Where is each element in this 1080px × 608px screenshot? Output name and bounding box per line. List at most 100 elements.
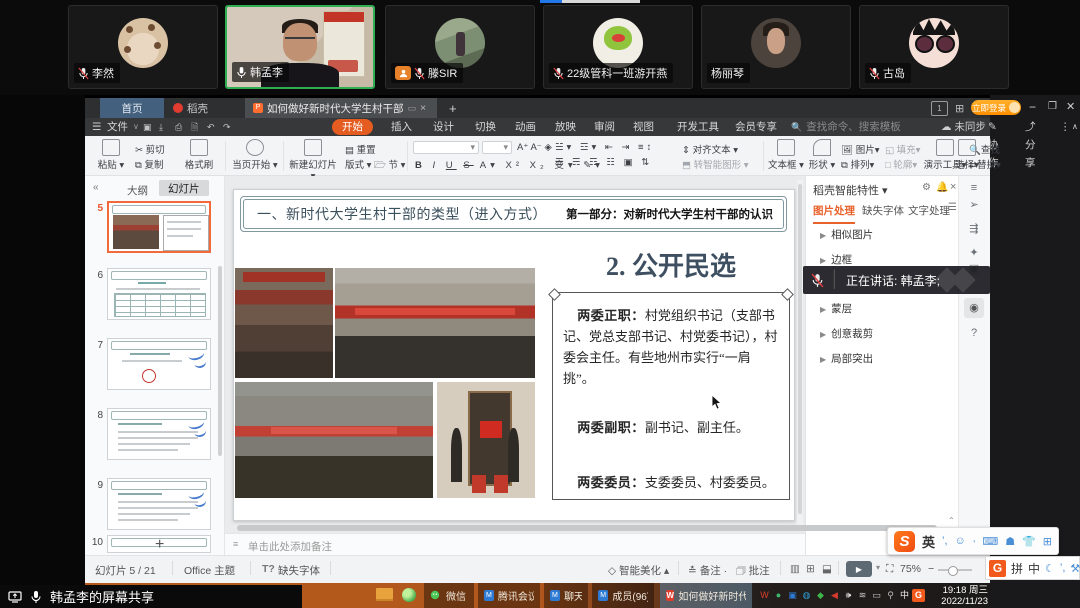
grow-shrink-font[interactable]: A⁺ A⁻ ◈ bbox=[517, 142, 552, 153]
zoom-out-icon[interactable]: − bbox=[928, 563, 934, 575]
more-icon[interactable]: ⋮ bbox=[1060, 118, 1071, 136]
menu-item-4[interactable]: 动画 bbox=[515, 118, 536, 136]
slide-thumbnail-8[interactable] bbox=[107, 408, 211, 460]
participant-tile-2[interactable]: 韩孟李 bbox=[225, 5, 375, 89]
slide-photo-ballot-box[interactable] bbox=[437, 382, 535, 498]
tab-home[interactable]: 首页 bbox=[100, 98, 164, 118]
gpinyin-ime-bar[interactable]: G 拼 中 ☾ ’, ⚒ bbox=[985, 556, 1080, 580]
font-family-select[interactable]: ▾ bbox=[413, 141, 479, 154]
sogou-ime-bar[interactable]: S 英 ’, ☺ ⌨ ☗ 👕 ⊞ bbox=[887, 527, 1059, 555]
layout-button[interactable]: 版式 ▾ 🗁 节 ▾ bbox=[345, 157, 405, 174]
menu-item-5[interactable]: 放映 bbox=[555, 118, 576, 136]
save-icon[interactable]: ▣ bbox=[143, 118, 152, 136]
redo-icon[interactable]: ↷ bbox=[223, 118, 231, 136]
docer-item-1[interactable]: ▶相似图片 bbox=[820, 227, 873, 242]
gpinyin-moon-icon[interactable]: ☾ bbox=[1045, 562, 1055, 575]
strip-handle-icon[interactable]: ≡ bbox=[967, 181, 981, 195]
ime-punct-icon[interactable]: ’, bbox=[942, 535, 948, 547]
slide-photo-outdoor-meeting[interactable] bbox=[235, 382, 433, 498]
send-icon[interactable]: ➢ bbox=[967, 198, 981, 212]
tab-share-icon[interactable]: ▭ bbox=[408, 103, 417, 114]
undo-icon[interactable]: ↶ bbox=[207, 118, 215, 136]
ime-voice-icon[interactable] bbox=[973, 535, 976, 548]
settings-gear-icon[interactable]: ⚙ bbox=[922, 182, 931, 193]
taskbar-app-wps-document[interactable]: W如何做好新时代大... bbox=[660, 583, 752, 608]
taskbar-app-tencent-meeting[interactable]: M腾讯会议 bbox=[478, 583, 540, 608]
hamburger-icon[interactable]: ☰ bbox=[92, 118, 101, 136]
slide-title[interactable]: 2. 公开民选 bbox=[552, 246, 790, 283]
collapse-ribbon-icon[interactable]: ∧ bbox=[1072, 118, 1078, 136]
browser-icon[interactable] bbox=[402, 588, 416, 602]
share-button[interactable]: ⤴ 分享 bbox=[1025, 118, 1036, 136]
export-icon[interactable]: ⤓ bbox=[159, 118, 163, 136]
gpinyin-punct-icon[interactable]: ’, bbox=[1060, 562, 1066, 574]
docer-tab-font[interactable]: 缺失字体 bbox=[862, 203, 904, 218]
slide-text-box[interactable]: 两委正职：村党组织书记（支部书记、党总支部书记、村党委书记），村委会主任。有些地… bbox=[552, 292, 790, 500]
sogou-logo-icon[interactable]: S bbox=[894, 531, 915, 552]
gpinyin-pin-label[interactable]: 拼 bbox=[1011, 560, 1023, 577]
ime-keyboard-icon[interactable]: ⌨ bbox=[982, 535, 998, 548]
docer-tab-image[interactable]: 图片处理 bbox=[813, 203, 855, 224]
tray-meeting-icon[interactable]: ▣ bbox=[786, 589, 799, 602]
slide-header-box[interactable]: 一、新时代大学生村干部的类型（进入方式） 第一部分：对新时代大学生村干部的认识 bbox=[240, 196, 787, 232]
smart-graphic-button[interactable]: ⬒ 转智能图形 ▾ bbox=[682, 157, 749, 171]
view-normal-icon[interactable]: ▥ bbox=[790, 563, 800, 575]
docer-item-4[interactable]: ▶创意裁剪 bbox=[820, 326, 873, 341]
explorer-folder-icon[interactable] bbox=[376, 588, 393, 601]
menu-item-9[interactable]: 会员专享 bbox=[735, 118, 777, 136]
reset-button[interactable]: ▤ 重置 bbox=[345, 142, 376, 156]
view-reading-icon[interactable]: ⬓ bbox=[822, 563, 832, 575]
panel-scrollbar[interactable] bbox=[218, 266, 222, 456]
slide-thumbnail-9[interactable] bbox=[107, 478, 211, 530]
prev-slide-chevron[interactable]: ⌃ bbox=[948, 516, 955, 525]
add-slide-button[interactable]: + bbox=[155, 536, 164, 554]
tray-battery-icon[interactable]: ▭ bbox=[870, 589, 883, 602]
docer-item-5[interactable]: ▶局部突出 bbox=[820, 351, 873, 366]
gpinyin-logo-icon[interactable]: G bbox=[989, 560, 1006, 577]
font-size-select[interactable]: ▾ bbox=[482, 141, 512, 154]
theme-name[interactable]: Office 主题 bbox=[184, 563, 235, 578]
slide-thumbnail-5[interactable] bbox=[107, 201, 211, 253]
picture-button[interactable]: 🖼 图片▾ bbox=[841, 142, 880, 156]
beautify-button[interactable]: ◇ 智能美化 ▴ bbox=[608, 563, 669, 578]
ime-mode-label[interactable]: 英 bbox=[922, 532, 935, 551]
tray-network-icon[interactable]: ≋ bbox=[856, 589, 869, 602]
paste-button[interactable]: 粘贴 ▾ bbox=[91, 139, 131, 171]
textbox-button[interactable]: 文本框 ▾ bbox=[767, 139, 805, 171]
menu-item-8[interactable]: 开发工具 bbox=[677, 118, 719, 136]
taskbar-app-wechat[interactable]: 微信 bbox=[424, 583, 474, 608]
docer-tab-text[interactable]: 文字处理 bbox=[908, 203, 950, 218]
play-from-current-button[interactable]: 当页开始 ▾ bbox=[231, 139, 279, 171]
docer-tab-menu-icon[interactable]: ☰ bbox=[948, 202, 957, 213]
tab-slides[interactable]: 幻灯片 bbox=[159, 180, 209, 196]
ime-emoji-icon[interactable]: ☺ bbox=[955, 535, 966, 547]
canvas-hscrollbar[interactable] bbox=[237, 525, 937, 531]
cut-button[interactable]: ✂ 剪切 bbox=[135, 142, 165, 156]
tray-browser-icon[interactable]: ◍ bbox=[800, 589, 813, 602]
ime-toolbox-icon[interactable]: ⊞ bbox=[1043, 535, 1052, 548]
arrange-button[interactable]: ⧉ 排列▾ bbox=[841, 157, 874, 171]
tray-clip-icon[interactable]: ⚲ bbox=[884, 589, 897, 602]
shape-button[interactable]: 形状 ▾ bbox=[807, 139, 837, 171]
docer-item-2[interactable]: ▶边框 bbox=[820, 252, 852, 267]
taskbar-app-meeting-members[interactable]: M成员(96) bbox=[592, 583, 654, 608]
slide-photo-indoor-meeting[interactable] bbox=[235, 268, 333, 378]
menu-item-7[interactable]: 视图 bbox=[633, 118, 654, 136]
canvas-vscrollbar[interactable] bbox=[797, 180, 803, 530]
menu-item-2[interactable]: 设计 bbox=[433, 118, 454, 136]
file-caret-icon[interactable]: ∨ bbox=[133, 118, 139, 136]
apps-grid-icon[interactable]: ⊞ bbox=[955, 102, 964, 115]
notes-bar[interactable]: ≡ 单击此处添加备注 bbox=[225, 533, 805, 555]
format-painter-button[interactable]: 格式刷 bbox=[181, 139, 217, 171]
fit-icon[interactable]: ⛶ bbox=[886, 563, 893, 576]
ime-profile-icon[interactable]: ☗ bbox=[1005, 535, 1015, 548]
close-button[interactable]: ✕ bbox=[1066, 100, 1075, 113]
notes-toggle[interactable]: ≛ 备注 · bbox=[688, 563, 727, 578]
tab-outline[interactable]: 大纲 bbox=[127, 183, 148, 198]
tab-docer[interactable]: 稻壳 bbox=[165, 98, 241, 118]
tray-msg-icon[interactable]: ● bbox=[772, 589, 785, 602]
tab-document[interactable]: P 如何做好新时代大学生村干部 ▭ × bbox=[245, 98, 437, 118]
sync-status[interactable]: ☁ 未同步 bbox=[941, 118, 986, 136]
docer-item-3[interactable]: ▶蒙层 bbox=[820, 301, 852, 316]
menu-file[interactable]: 文件 bbox=[107, 118, 128, 136]
